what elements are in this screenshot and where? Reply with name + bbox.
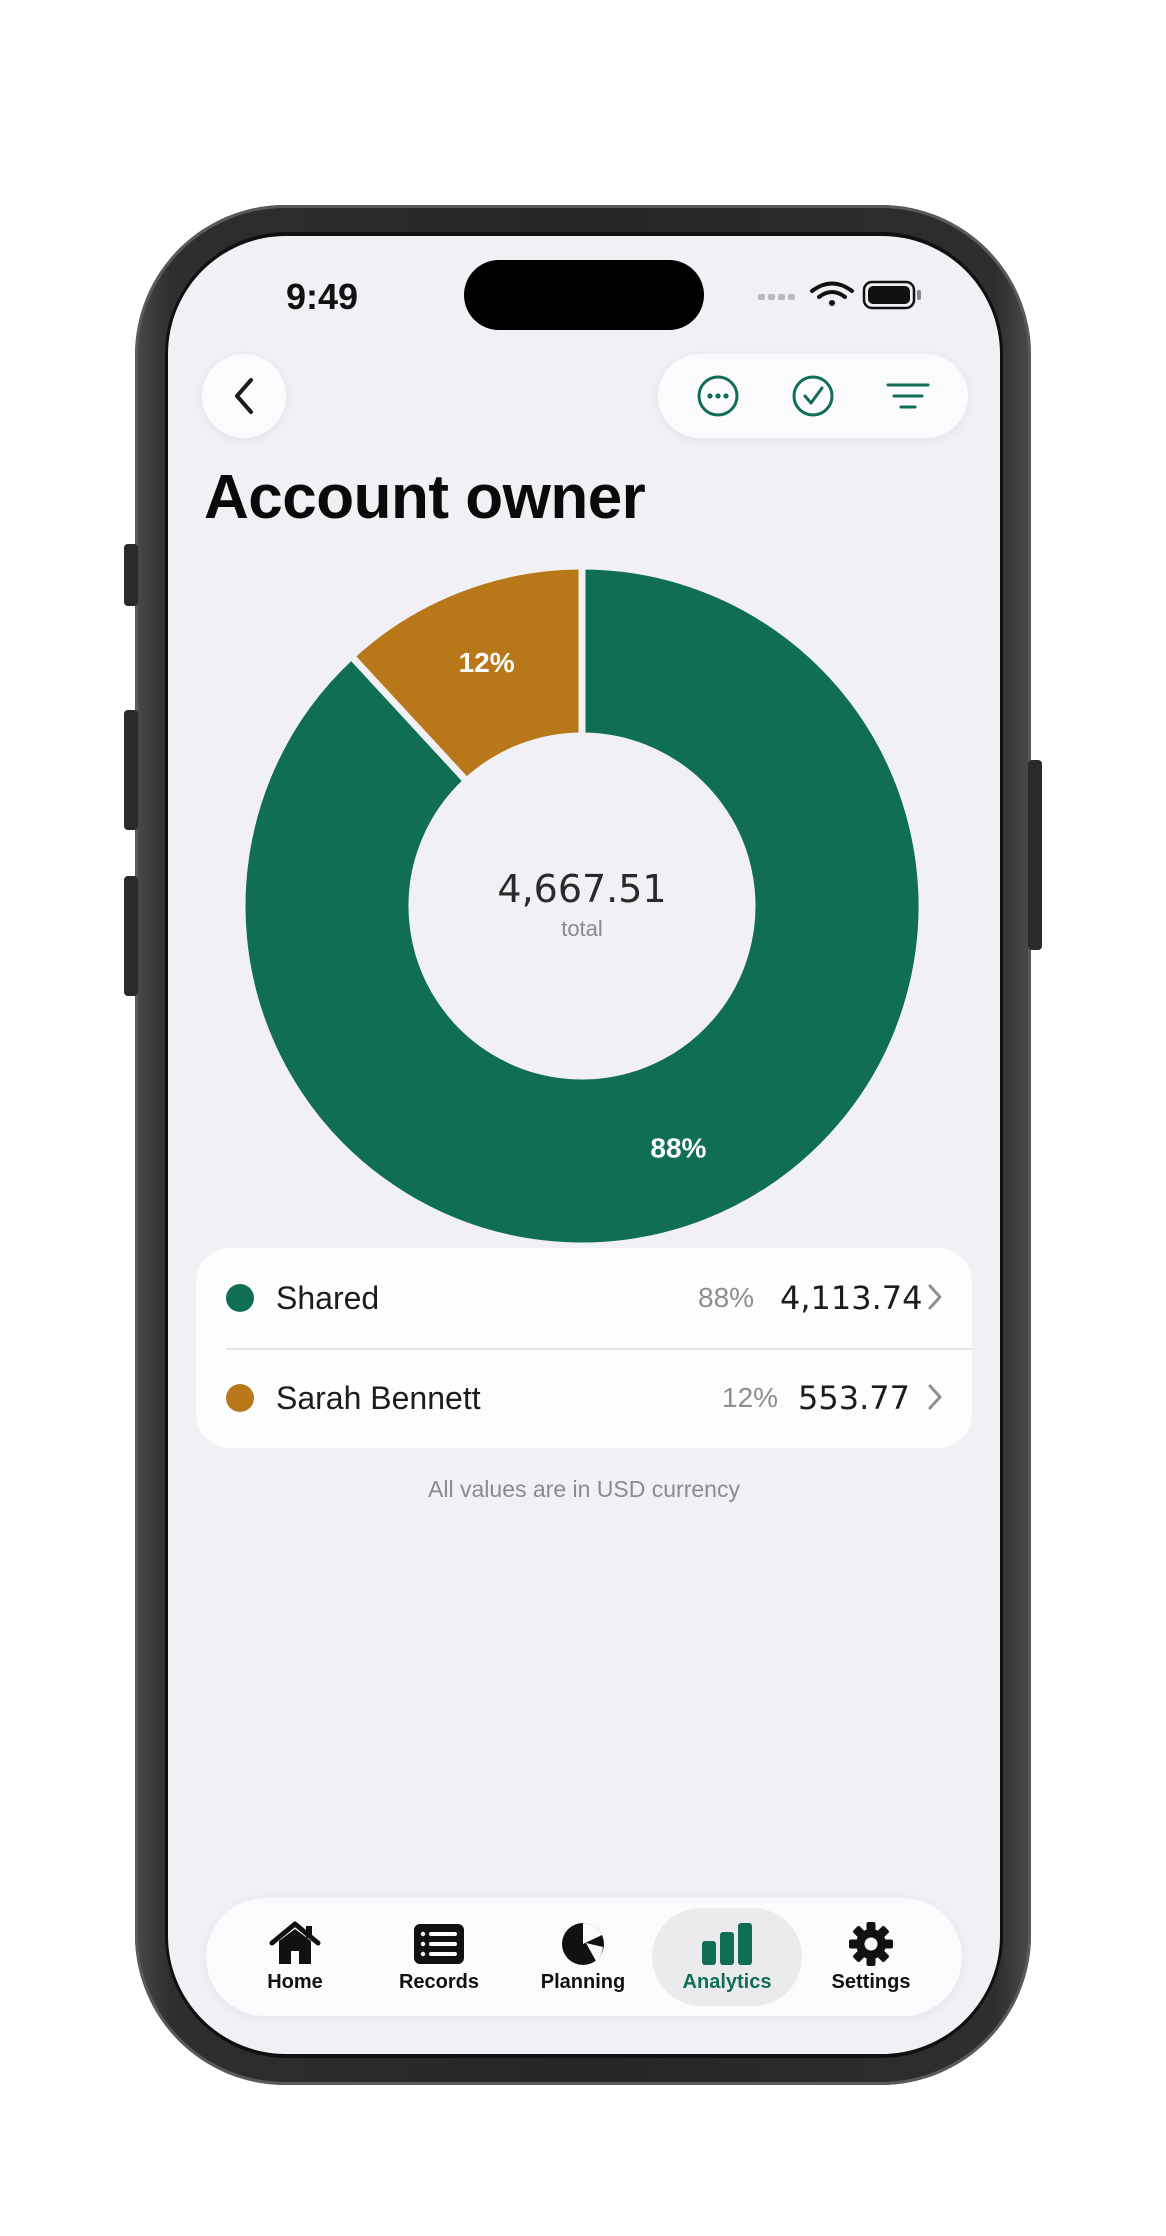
- volume-down-button: [124, 876, 138, 996]
- dynamic-island: [464, 260, 704, 330]
- signal-icon: [758, 294, 795, 300]
- status-icons: [758, 280, 921, 310]
- sarah-bennett-color-dot: [226, 1384, 254, 1412]
- legend-name: Shared: [276, 1279, 380, 1316]
- filter-button[interactable]: [880, 368, 936, 424]
- more-button[interactable]: [690, 368, 746, 424]
- tab-label: Analytics: [682, 1970, 772, 1993]
- page-title: Account owner: [204, 463, 646, 532]
- legend-percent: 12%: [722, 1382, 779, 1413]
- gear-icon: [849, 1921, 893, 1966]
- legend-card: Shared 88% 4,113.74 Sarah Bennett 12% 55…: [196, 1248, 972, 1448]
- list-icon: [414, 1923, 464, 1964]
- legend-row-sarah-bennett[interactable]: Sarah Bennett 12% 553.77: [196, 1348, 972, 1448]
- battery-icon: [862, 280, 921, 310]
- silent-switch: [124, 544, 138, 606]
- legend-amount: 553.77: [798, 1379, 910, 1417]
- currency-note: All values are in USD currency: [428, 1476, 740, 1502]
- checkmark-circle-icon: [792, 375, 834, 417]
- tab-planning[interactable]: Planning: [508, 1908, 658, 2006]
- slice-label-sarah-bennett: 12%: [459, 647, 515, 678]
- tab-label: Planning: [540, 1970, 626, 1993]
- tab-records[interactable]: Records: [364, 1908, 514, 2006]
- tab-analytics[interactable]: Analytics: [652, 1908, 802, 2006]
- chevron-right-icon: [928, 1384, 942, 1410]
- status-time: 9:49: [286, 276, 359, 317]
- wifi-icon: [810, 281, 854, 306]
- app-screen: 9:49 Account owner 88% 12% 4,667.51 tota…: [168, 236, 1000, 2054]
- legend-percent: 88%: [698, 1282, 755, 1313]
- tab-bar: Home Records Planning Analytics Settings: [206, 1898, 962, 2016]
- back-button[interactable]: [202, 354, 286, 438]
- pie-chart-icon: [562, 1922, 604, 1965]
- select-button[interactable]: [785, 368, 841, 424]
- legend-row-shared[interactable]: Shared 88% 4,113.74: [196, 1248, 972, 1350]
- tab-label: Settings: [831, 1970, 911, 1993]
- slice-label-shared: 88%: [650, 1132, 706, 1163]
- power-button: [1028, 760, 1042, 950]
- filter-lines-icon: [886, 383, 930, 409]
- legend-amount: 4,113.74: [780, 1279, 923, 1317]
- tab-home[interactable]: Home: [220, 1908, 370, 2006]
- tab-label: Records: [398, 1970, 480, 1993]
- tab-settings[interactable]: Settings: [796, 1908, 946, 2006]
- tab-label: Home: [267, 1970, 323, 1993]
- volume-up-button: [124, 710, 138, 830]
- ellipsis-circle-icon: [697, 375, 739, 417]
- house-icon: [269, 1921, 321, 1964]
- chart-center-total: 4,667.51: [497, 867, 666, 911]
- bar-chart-icon: [702, 1922, 752, 1965]
- chevron-right-icon: [928, 1284, 942, 1310]
- legend-name: Sarah Bennett: [276, 1379, 481, 1416]
- chevron-left-icon: [235, 378, 253, 414]
- chart-center-label: total: [561, 916, 603, 941]
- actions-group: [658, 354, 968, 438]
- donut-chart: 88% 12% 4,667.51 total: [242, 566, 922, 1246]
- shared-color-dot: [226, 1284, 254, 1312]
